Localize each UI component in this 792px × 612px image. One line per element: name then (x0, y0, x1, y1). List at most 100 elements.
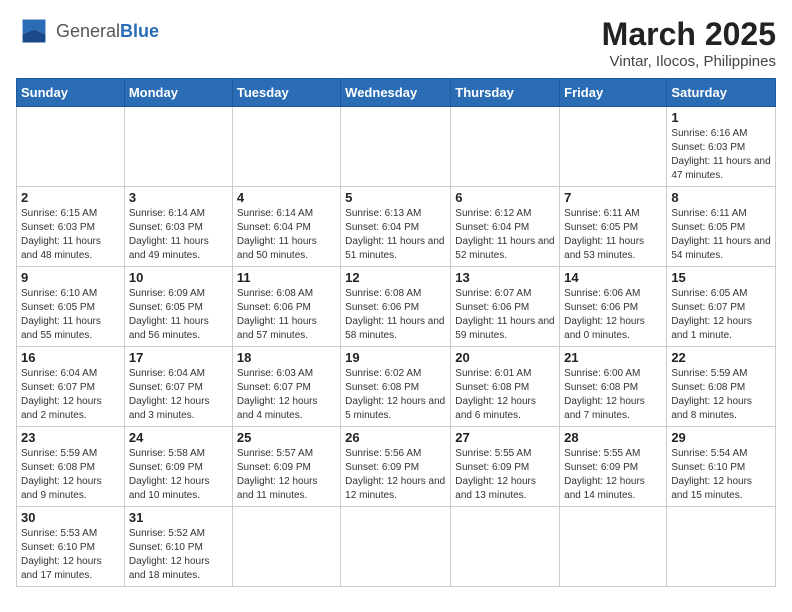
day-info: Sunrise: 5:56 AM Sunset: 6:09 PM Dayligh… (345, 447, 446, 503)
day-number: 17 (129, 350, 228, 365)
day-number: 1 (671, 110, 771, 125)
calendar-cell: 10 Sunrise: 6:09 AM Sunset: 6:05 PM Dayli… (124, 267, 232, 347)
logo-text: GeneralBlue (56, 21, 159, 42)
calendar-table: Sunday Monday Tuesday Wednesday Thursday… (16, 78, 776, 587)
header-monday: Monday (124, 79, 232, 107)
day-number: 16 (21, 350, 120, 365)
calendar-cell: 25 Sunrise: 5:57 AM Sunset: 6:09 PM Dayli… (232, 427, 340, 507)
day-info: Sunrise: 6:12 AM Sunset: 6:04 PM Dayligh… (455, 207, 555, 263)
calendar-cell (451, 507, 560, 587)
calendar-cell: 3 Sunrise: 6:14 AM Sunset: 6:03 PM Daylig… (124, 187, 232, 267)
calendar-week-1: 1 Sunrise: 6:16 AM Sunset: 6:03 PM Daylig… (17, 107, 776, 187)
day-info: Sunrise: 5:52 AM Sunset: 6:10 PM Dayligh… (129, 527, 228, 583)
day-number: 11 (237, 270, 336, 285)
calendar-cell: 15 Sunrise: 6:05 AM Sunset: 6:07 PM Dayli… (667, 267, 776, 347)
calendar-cell: 7 Sunrise: 6:11 AM Sunset: 6:05 PM Daylig… (560, 187, 667, 267)
calendar-cell: 20 Sunrise: 6:01 AM Sunset: 6:08 PM Dayli… (451, 347, 560, 427)
calendar-cell (17, 107, 125, 187)
day-info: Sunrise: 6:14 AM Sunset: 6:04 PM Dayligh… (237, 207, 336, 263)
calendar-cell (232, 107, 340, 187)
day-number: 19 (345, 350, 446, 365)
page-header: GeneralBlue March 2025 Vintar, Ilocos, P… (16, 16, 776, 70)
day-info: Sunrise: 6:03 AM Sunset: 6:07 PM Dayligh… (237, 367, 336, 423)
calendar-cell: 24Sunrise: 5:58 AM Sunset: 6:09 PM Dayli… (124, 427, 232, 507)
day-number: 21 (564, 350, 662, 365)
day-number: 22 (671, 350, 771, 365)
calendar-cell: 21 Sunrise: 6:00 AM Sunset: 6:08 PM Dayli… (560, 347, 667, 427)
day-info: Sunrise: 6:08 AM Sunset: 6:06 PM Dayligh… (237, 287, 336, 343)
day-info: Sunrise: 6:15 AM Sunset: 6:03 PM Dayligh… (21, 207, 120, 263)
header-saturday: Saturday (667, 79, 776, 107)
day-info: Sunrise: 6:04 AM Sunset: 6:07 PM Dayligh… (21, 367, 120, 423)
day-number: 15 (671, 270, 771, 285)
day-number: 4 (237, 190, 336, 205)
calendar-week-6: 30 Sunrise: 5:53 AM Sunset: 6:10 PM Dayli… (17, 507, 776, 587)
day-number: 2 (21, 190, 120, 205)
day-info: Sunrise: 6:09 AM Sunset: 6:05 PM Dayligh… (129, 287, 228, 343)
calendar-cell: 8 Sunrise: 6:11 AM Sunset: 6:05 PM Daylig… (667, 187, 776, 267)
day-info: Sunrise: 6:16 AM Sunset: 6:03 PM Dayligh… (671, 127, 771, 183)
day-info: Sunrise: 6:04 AM Sunset: 6:07 PM Dayligh… (129, 367, 228, 423)
day-info: Sunrise: 6:11 AM Sunset: 6:05 PM Dayligh… (564, 207, 662, 263)
calendar-cell: 11 Sunrise: 6:08 AM Sunset: 6:06 PM Dayli… (232, 267, 340, 347)
day-info: Sunrise: 5:55 AM Sunset: 6:09 PM Dayligh… (455, 447, 555, 503)
calendar-cell: 12Sunrise: 6:08 AM Sunset: 6:06 PM Dayli… (341, 267, 451, 347)
calendar-cell: 16 Sunrise: 6:04 AM Sunset: 6:07 PM Dayli… (17, 347, 125, 427)
day-number: 14 (564, 270, 662, 285)
day-number: 3 (129, 190, 228, 205)
calendar-cell: 28 Sunrise: 5:55 AM Sunset: 6:09 PM Dayli… (560, 427, 667, 507)
day-info: Sunrise: 6:14 AM Sunset: 6:03 PM Dayligh… (129, 207, 228, 263)
day-number: 23 (21, 430, 120, 445)
calendar-cell: 1 Sunrise: 6:16 AM Sunset: 6:03 PM Daylig… (667, 107, 776, 187)
calendar-week-5: 23 Sunrise: 5:59 AM Sunset: 6:08 PM Dayli… (17, 427, 776, 507)
calendar-cell: 19Sunrise: 6:02 AM Sunset: 6:08 PM Dayli… (341, 347, 451, 427)
calendar-cell: 4 Sunrise: 6:14 AM Sunset: 6:04 PM Daylig… (232, 187, 340, 267)
month-title: March 2025 (602, 16, 776, 53)
header-wednesday: Wednesday (341, 79, 451, 107)
generalblue-logo-icon (16, 16, 52, 46)
day-number: 6 (455, 190, 555, 205)
calendar-cell (667, 507, 776, 587)
day-number: 26 (345, 430, 446, 445)
day-number: 10 (129, 270, 228, 285)
location: Vintar, Ilocos, Philippines (602, 53, 776, 70)
day-info: Sunrise: 6:11 AM Sunset: 6:05 PM Dayligh… (671, 207, 771, 263)
day-number: 27 (455, 430, 555, 445)
day-number: 28 (564, 430, 662, 445)
day-info: Sunrise: 6:00 AM Sunset: 6:08 PM Dayligh… (564, 367, 662, 423)
day-info: Sunrise: 6:05 AM Sunset: 6:07 PM Dayligh… (671, 287, 771, 343)
day-info: Sunrise: 6:01 AM Sunset: 6:08 PM Dayligh… (455, 367, 555, 423)
calendar-cell: 27 Sunrise: 5:55 AM Sunset: 6:09 PM Dayli… (451, 427, 560, 507)
day-number: 13 (455, 270, 555, 285)
calendar-cell (560, 507, 667, 587)
day-number: 20 (455, 350, 555, 365)
day-info: Sunrise: 5:53 AM Sunset: 6:10 PM Dayligh… (21, 527, 120, 583)
header-friday: Friday (560, 79, 667, 107)
logo: GeneralBlue (16, 16, 159, 46)
day-number: 7 (564, 190, 662, 205)
calendar-cell: 13Sunrise: 6:07 AM Sunset: 6:06 PM Dayli… (451, 267, 560, 347)
day-number: 8 (671, 190, 771, 205)
day-number: 30 (21, 510, 120, 525)
calendar-cell: 9Sunrise: 6:10 AM Sunset: 6:05 PM Daylig… (17, 267, 125, 347)
calendar-cell: 30 Sunrise: 5:53 AM Sunset: 6:10 PM Dayli… (17, 507, 125, 587)
day-info: Sunrise: 5:59 AM Sunset: 6:08 PM Dayligh… (671, 367, 771, 423)
calendar-week-4: 16 Sunrise: 6:04 AM Sunset: 6:07 PM Dayli… (17, 347, 776, 427)
day-number: 25 (237, 430, 336, 445)
calendar-cell: 2 Sunrise: 6:15 AM Sunset: 6:03 PM Daylig… (17, 187, 125, 267)
day-number: 18 (237, 350, 336, 365)
day-info: Sunrise: 5:55 AM Sunset: 6:09 PM Dayligh… (564, 447, 662, 503)
calendar-cell: 6 Sunrise: 6:12 AM Sunset: 6:04 PM Daylig… (451, 187, 560, 267)
day-number: 9 (21, 270, 120, 285)
header-thursday: Thursday (451, 79, 560, 107)
day-info: Sunrise: 5:54 AM Sunset: 6:10 PM Dayligh… (671, 447, 771, 503)
calendar-cell (560, 107, 667, 187)
day-number: 31 (129, 510, 228, 525)
header-sunday: Sunday (17, 79, 125, 107)
calendar-cell: 23 Sunrise: 5:59 AM Sunset: 6:08 PM Dayli… (17, 427, 125, 507)
day-info: Sunrise: 5:57 AM Sunset: 6:09 PM Dayligh… (237, 447, 336, 503)
calendar-cell: 31 Sunrise: 5:52 AM Sunset: 6:10 PM Dayli… (124, 507, 232, 587)
calendar-cell: 5Sunrise: 6:13 AM Sunset: 6:04 PM Daylig… (341, 187, 451, 267)
day-info: Sunrise: 5:59 AM Sunset: 6:08 PM Dayligh… (21, 447, 120, 503)
calendar-cell: 22 Sunrise: 5:59 AM Sunset: 6:08 PM Dayli… (667, 347, 776, 427)
